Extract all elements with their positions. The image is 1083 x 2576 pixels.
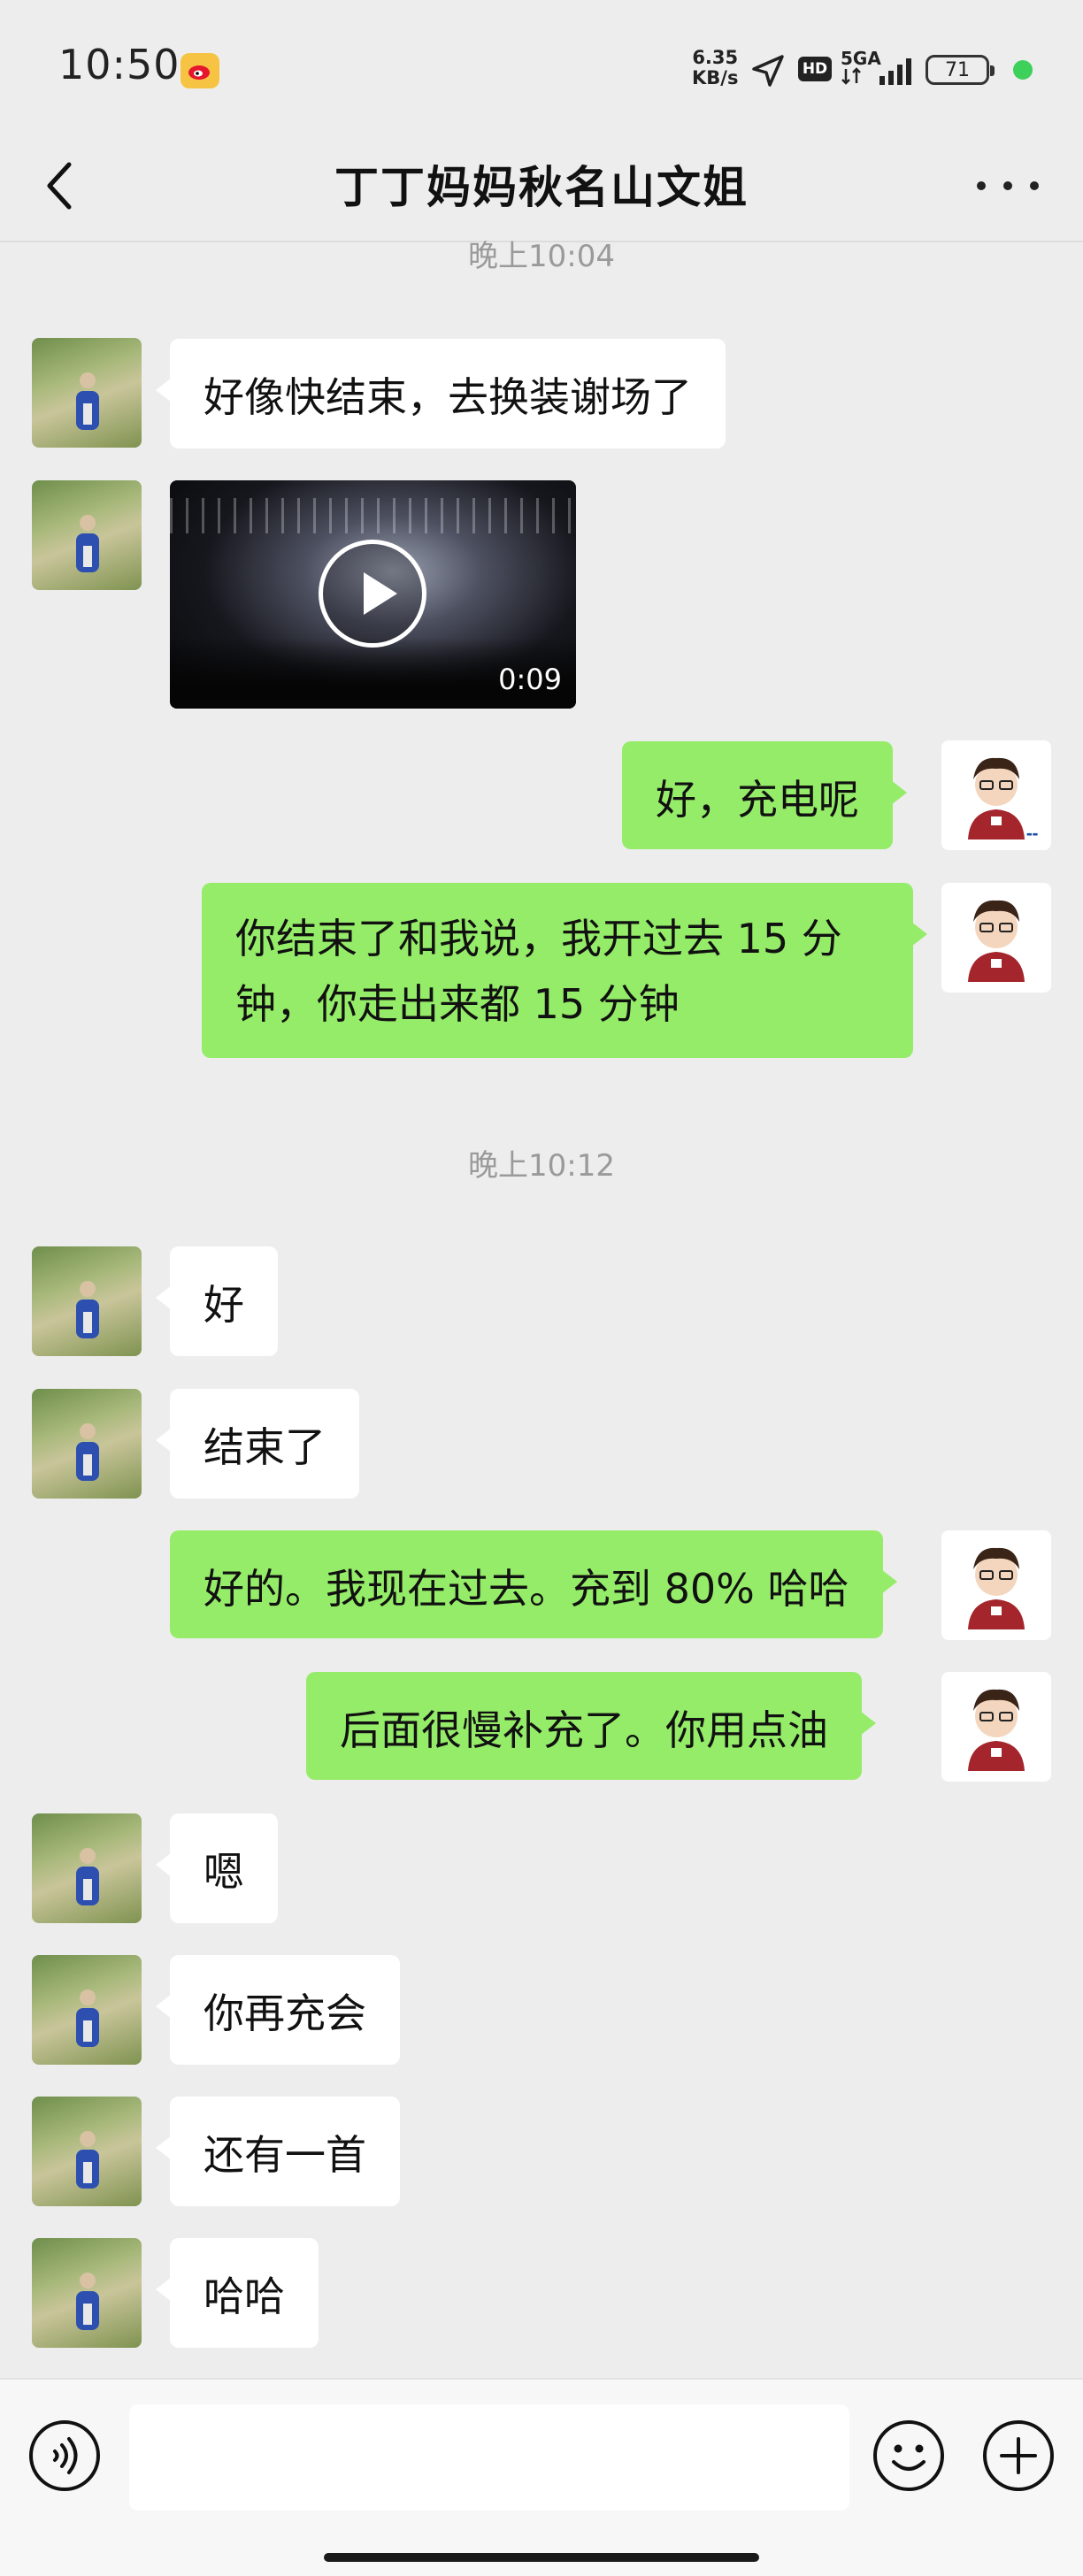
contact-avatar[interactable]: [32, 2097, 142, 2206]
message-bubble[interactable]: 你结束了和我说，我开过去 15 分钟，你走出来都 15 分钟: [202, 883, 927, 1058]
message-bubble[interactable]: 嗯: [156, 1813, 278, 1923]
add-icon[interactable]: [980, 2418, 1056, 2494]
message-bubble[interactable]: 你再充会: [156, 1955, 400, 2065]
status-time: 10:50: [58, 41, 180, 88]
svg-text:▬▬: ▬▬: [1026, 831, 1038, 838]
self-avatar[interactable]: ▬▬: [941, 740, 1051, 850]
message-bubble[interactable]: 好: [156, 1246, 278, 1356]
status-bar: 10:50 6.35 KB/s HD 5GA 71: [0, 0, 1083, 133]
message-bubble[interactable]: 好，充电呢: [622, 741, 907, 849]
dot: [977, 181, 986, 190]
net-speed-value: 6.35: [692, 47, 739, 68]
net-speed: 6.35 KB/s: [692, 48, 738, 88]
net-speed-unit: KB/s: [692, 67, 739, 88]
message-bubble[interactable]: 哈哈: [156, 2238, 319, 2348]
video-duration: 0:09: [498, 663, 562, 696]
home-indicator[interactable]: [324, 2553, 759, 2562]
contact-avatar[interactable]: [32, 338, 142, 448]
contact-avatar[interactable]: [32, 1813, 142, 1923]
contact-avatar[interactable]: [32, 1389, 142, 1499]
contact-avatar[interactable]: [32, 1246, 142, 1356]
message-bubble[interactable]: 结束了: [156, 1389, 359, 1499]
voice-icon[interactable]: [27, 2418, 103, 2494]
contact-avatar[interactable]: [32, 1955, 142, 2065]
message-bubble[interactable]: 好的。我现在过去。充到 80% 哈哈: [170, 1530, 896, 1638]
input-bar: [0, 2378, 1083, 2576]
privacy-indicator-dot: [1013, 60, 1033, 80]
dot: [1003, 181, 1012, 190]
dot: [1030, 181, 1039, 190]
video-thumbnail: [170, 498, 576, 533]
hd-badge: HD: [798, 57, 832, 81]
message-bubble[interactable]: 后面很慢补充了。你用点油: [306, 1672, 876, 1780]
self-avatar[interactable]: [941, 1672, 1051, 1782]
message-input[interactable]: [129, 2404, 849, 2511]
emoji-icon[interactable]: [871, 2418, 947, 2494]
signal-icon: [841, 58, 911, 85]
message-bubble[interactable]: 还有一首: [156, 2097, 400, 2206]
self-avatar[interactable]: [941, 883, 1051, 993]
weibo-icon: [180, 53, 219, 88]
self-avatar[interactable]: [941, 1530, 1051, 1640]
video-message[interactable]: 0:09: [170, 480, 576, 709]
contact-avatar[interactable]: [32, 480, 142, 590]
chat-header: 丁丁妈妈秋名山文姐: [0, 133, 1083, 242]
message-bubble[interactable]: 好像快结束，去换装谢场了: [156, 339, 726, 448]
chat-title: 丁丁妈妈秋名山文姐: [334, 162, 749, 213]
location-icon: [752, 55, 784, 87]
timestamp: 晚上10:04: [468, 239, 615, 274]
battery-icon: 71: [926, 55, 995, 85]
contact-avatar[interactable]: [32, 2238, 142, 2348]
more-dots-icon[interactable]: [977, 168, 1039, 203]
timestamp: 晚上10:12: [468, 1148, 615, 1184]
play-icon[interactable]: [319, 540, 426, 648]
